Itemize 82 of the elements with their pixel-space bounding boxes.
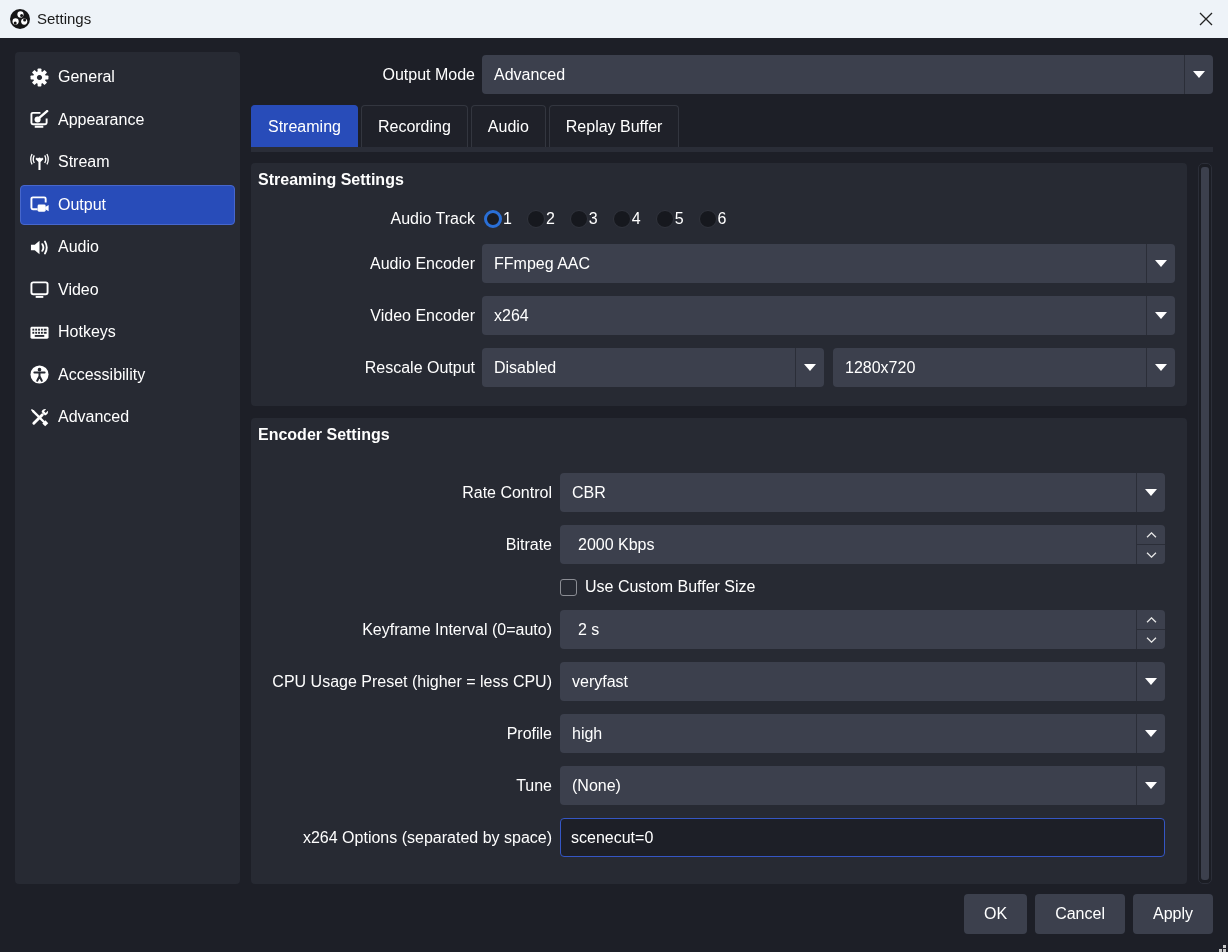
- dropdown[interactable]: veryfast: [560, 662, 1165, 701]
- chevron-up-icon: [1145, 531, 1157, 538]
- checkbox[interactable]: [560, 578, 577, 596]
- chevron-up-icon: [1145, 616, 1157, 623]
- chevron-down-icon: [1145, 636, 1157, 643]
- radio-option[interactable]: 6: [698, 207, 727, 231]
- tab[interactable]: Audio: [470, 105, 546, 147]
- setting-label: Video Encoder: [369, 305, 475, 326]
- sidebar-item[interactable]: Appearance: [20, 99, 235, 140]
- setting-label: Rescale Output: [363, 357, 475, 378]
- setting-label: Output Mode: [381, 64, 475, 85]
- gear-icon: [30, 67, 49, 87]
- caret-down-icon: [1193, 71, 1205, 78]
- monitor-icon: [30, 280, 49, 299]
- sidebar-item[interactable]: Output: [20, 184, 235, 225]
- sidebar-item[interactable]: General: [20, 57, 235, 97]
- caret-down-icon: [1155, 260, 1167, 267]
- caret-down-icon: [1155, 312, 1167, 319]
- dropdown[interactable]: CBR: [560, 473, 1165, 512]
- sidebar-item[interactable]: Audio: [20, 227, 235, 267]
- sidebar-item[interactable]: Video: [20, 269, 235, 310]
- dropdown[interactable]: Advanced: [482, 55, 1213, 94]
- setting-label: Keyframe Interval (0=auto): [361, 619, 552, 640]
- setting-label: Tune: [515, 775, 552, 796]
- dropdown[interactable]: (None): [560, 766, 1165, 805]
- setting-label: Profile: [505, 723, 552, 744]
- tools-icon: [30, 407, 49, 427]
- caret-down-icon: [1145, 678, 1157, 685]
- monitor-brush-icon: [30, 110, 49, 129]
- scrollbar-track[interactable]: [1198, 163, 1212, 884]
- checkbox-option[interactable]: Use Custom Buffer Size: [560, 577, 756, 597]
- spin-box[interactable]: 2000 Kbps: [560, 525, 1165, 564]
- radio-option[interactable]: 3: [569, 207, 598, 231]
- setting-label: Rate Control: [461, 482, 552, 503]
- chevron-down-icon: [1145, 551, 1157, 558]
- setting-label: x264 Options (separated by space): [301, 827, 552, 848]
- group-title: Encoder Settings: [258, 425, 391, 445]
- dropdown[interactable]: x264: [482, 296, 1175, 335]
- logo-icon: [10, 9, 30, 29]
- radio-option[interactable]: 2: [526, 207, 555, 231]
- close-button[interactable]: [1199, 12, 1213, 26]
- sidebar-item[interactable]: Hotkeys: [20, 312, 235, 352]
- setting-label: Bitrate: [504, 534, 552, 555]
- dropdown[interactable]: Disabled: [482, 348, 824, 387]
- radio-button[interactable]: [569, 210, 588, 228]
- radio-button[interactable]: [526, 210, 545, 228]
- scrollbar-thumb[interactable]: [1201, 167, 1209, 880]
- caret-down-icon: [1145, 730, 1157, 737]
- sidebar-item[interactable]: Stream: [20, 142, 235, 182]
- radio-button[interactable]: [698, 210, 717, 228]
- sidebar-item[interactable]: Accessibility: [20, 354, 235, 395]
- radio-option[interactable]: 4: [612, 207, 641, 231]
- tab[interactable]: Recording: [360, 105, 468, 147]
- dropdown[interactable]: 1280x720: [833, 348, 1175, 387]
- text-field[interactable]: scenecut=0: [560, 818, 1165, 857]
- dropdown[interactable]: high: [560, 714, 1165, 753]
- group-title: Streaming Settings: [258, 170, 405, 190]
- caret-down-icon: [1145, 782, 1157, 789]
- dialog-button[interactable]: OK: [964, 894, 1028, 934]
- dialog-button[interactable]: Cancel: [1035, 894, 1125, 934]
- close-icon: [1199, 12, 1213, 26]
- sidebar-item[interactable]: Advanced: [20, 397, 235, 437]
- screen-camera-icon: [30, 195, 49, 214]
- radio-button[interactable]: [655, 210, 674, 228]
- caret-down-icon: [1145, 489, 1157, 496]
- spin-box[interactable]: 2 s: [560, 610, 1165, 649]
- setting-label: Audio Encoder: [369, 253, 475, 274]
- caret-down-icon: [804, 364, 816, 371]
- tab[interactable]: Streaming: [251, 105, 358, 147]
- caret-down-icon: [1155, 364, 1167, 371]
- radio-button[interactable]: [484, 210, 502, 228]
- antenna-icon: [30, 152, 49, 172]
- dropdown[interactable]: FFmpeg AAC: [482, 244, 1175, 283]
- radio-option[interactable]: 1: [484, 207, 512, 231]
- window-title: Settings: [37, 8, 92, 29]
- tab[interactable]: Replay Buffer: [548, 105, 680, 147]
- radio-option[interactable]: 5: [655, 207, 684, 231]
- dialog-button[interactable]: Apply: [1132, 894, 1213, 934]
- accessibility-icon: [30, 365, 49, 384]
- setting-label: Audio Track: [389, 209, 475, 229]
- radio-button[interactable]: [612, 210, 631, 228]
- setting-label: CPU Usage Preset (higher = less CPU): [271, 671, 552, 692]
